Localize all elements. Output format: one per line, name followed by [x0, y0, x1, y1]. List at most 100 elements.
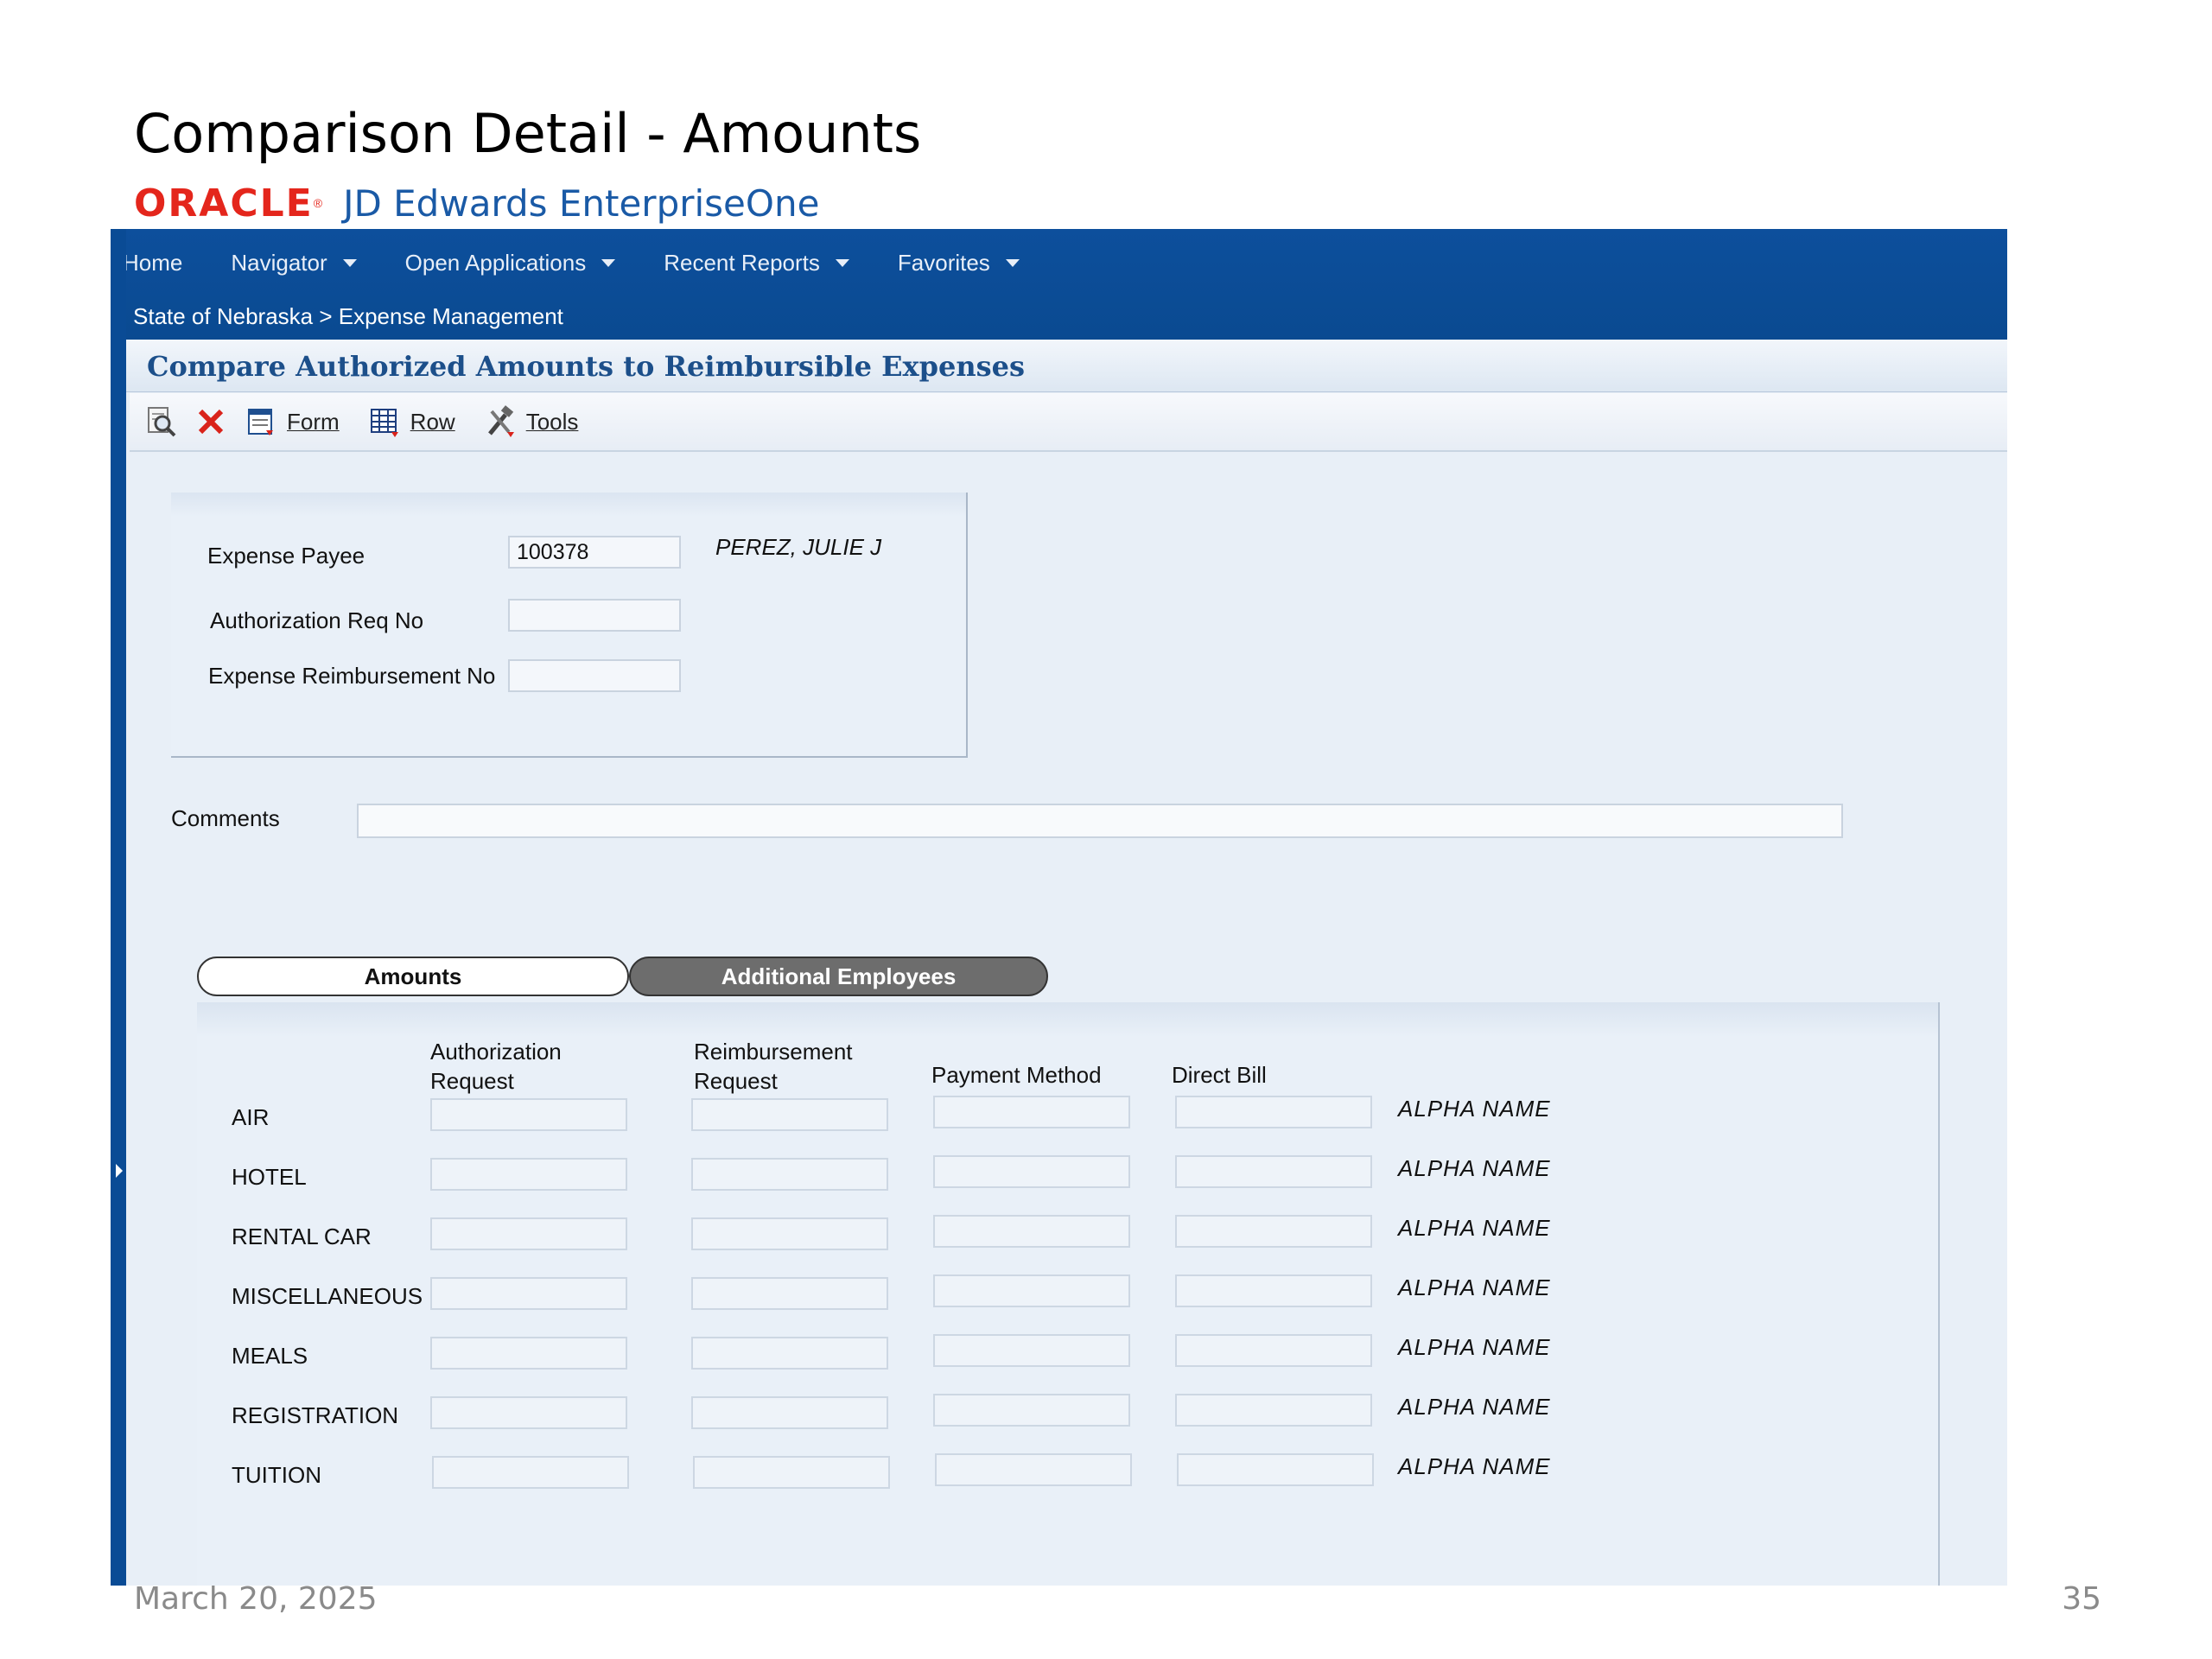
close-icon[interactable] — [192, 403, 230, 441]
cell-reimbursement-miscellaneous[interactable] — [691, 1277, 888, 1310]
find-icon[interactable] — [142, 403, 180, 441]
nav-favorites-label: Favorites — [897, 250, 990, 276]
collapse-handle[interactable] — [111, 1154, 126, 1188]
slide-title: Comparison Detail - Amounts — [134, 102, 922, 165]
row-label-tuition: TUITION — [232, 1462, 321, 1488]
nav-recent-reports[interactable]: Recent Reports — [664, 250, 849, 276]
cell-authorization-tuition[interactable] — [432, 1456, 629, 1489]
row-icon[interactable] — [365, 403, 404, 441]
cell-payment-method-tuition[interactable] — [935, 1453, 1132, 1486]
cell-direct-bill-rental-car[interactable] — [1175, 1215, 1372, 1248]
alpha-name-tuition: ALPHA NAME — [1398, 1453, 1551, 1479]
cell-payment-method-miscellaneous[interactable] — [933, 1274, 1130, 1307]
row-menu[interactable]: Row — [410, 409, 455, 435]
chevron-down-icon — [342, 259, 357, 267]
row-label-miscellaneous: MISCELLANEOUS — [232, 1283, 423, 1309]
cell-direct-bill-registration[interactable] — [1175, 1394, 1372, 1427]
top-navigation: Home Navigator Open Applications Recent … — [111, 229, 2007, 340]
nav-recent-reports-label: Recent Reports — [664, 250, 820, 276]
cell-authorization-meals[interactable] — [430, 1337, 627, 1370]
cell-payment-method-registration[interactable] — [933, 1394, 1130, 1427]
column-header-payment-method: Payment Method — [931, 1062, 1102, 1088]
row-label-rental-car: RENTAL CAR — [232, 1224, 372, 1249]
column-header-authorization: Authorization Request — [430, 1037, 562, 1096]
row-label-air: AIR — [232, 1104, 270, 1130]
form-title: Compare Authorized Amounts to Reimbursib… — [147, 350, 1025, 383]
nav-navigator[interactable]: Navigator — [231, 250, 357, 276]
expense-payee-label: Expense Payee — [207, 543, 365, 569]
nav-open-applications-label: Open Applications — [404, 250, 587, 276]
cell-reimbursement-rental-car[interactable] — [691, 1217, 888, 1250]
column-header-reimbursement-line1: Reimbursement — [694, 1039, 853, 1065]
cell-direct-bill-miscellaneous[interactable] — [1175, 1274, 1372, 1307]
cell-reimbursement-registration[interactable] — [691, 1396, 888, 1429]
cell-reimbursement-tuition[interactable] — [693, 1456, 890, 1489]
column-header-authorization-line1: Authorization — [430, 1039, 562, 1065]
column-header-reimbursement: Reimbursement Request — [694, 1037, 853, 1096]
cell-authorization-air[interactable] — [430, 1098, 627, 1131]
toolbar: Form Row Tools — [130, 393, 2007, 452]
cell-direct-bill-meals[interactable] — [1175, 1334, 1372, 1367]
row-label-meals: MEALS — [232, 1343, 308, 1369]
tools-icon[interactable] — [481, 403, 519, 441]
registered-mark: ® — [313, 196, 323, 210]
oracle-logo: ORACLE — [134, 181, 314, 226]
alpha-name-hotel: ALPHA NAME — [1398, 1155, 1551, 1181]
tools-menu[interactable]: Tools — [526, 409, 579, 435]
cell-reimbursement-meals[interactable] — [691, 1337, 888, 1370]
breadcrumb: State of Nebraska > Expense Management — [133, 303, 563, 329]
alpha-name-rental-car: ALPHA NAME — [1398, 1215, 1551, 1241]
cell-reimbursement-hotel[interactable] — [691, 1158, 888, 1191]
expense-payee-name: PEREZ, JULIE J — [715, 534, 882, 560]
comments-field[interactable] — [357, 804, 1843, 838]
left-frame-bar — [111, 229, 126, 1586]
alpha-name-miscellaneous: ALPHA NAME — [1398, 1274, 1551, 1300]
product-name: JD Edwards EnterpriseOne — [343, 181, 820, 225]
chevron-down-icon — [601, 259, 616, 267]
column-header-reimbursement-line2: Request — [694, 1068, 778, 1094]
expense-reimbursement-field[interactable] — [508, 659, 681, 692]
cell-payment-method-rental-car[interactable] — [933, 1215, 1130, 1248]
row-label-hotel: HOTEL — [232, 1164, 307, 1190]
alpha-name-air: ALPHA NAME — [1398, 1096, 1551, 1122]
tab-amounts[interactable]: Amounts — [197, 957, 629, 996]
brand-logo: ORACLE ® JD Edwards EnterpriseOne — [134, 177, 819, 229]
expense-reimbursement-label: Expense Reimbursement No — [208, 663, 496, 689]
cell-payment-method-hotel[interactable] — [933, 1155, 1130, 1188]
cell-payment-method-air[interactable] — [933, 1096, 1130, 1128]
form-title-bar: Compare Authorized Amounts to Reimbursib… — [126, 340, 2007, 392]
cell-authorization-rental-car[interactable] — [430, 1217, 627, 1250]
nav-home-label: Home — [123, 250, 183, 276]
page-number: 35 — [2062, 1581, 2101, 1617]
cell-direct-bill-hotel[interactable] — [1175, 1155, 1372, 1188]
column-header-direct-bill: Direct Bill — [1172, 1062, 1267, 1088]
column-header-authorization-line2: Request — [430, 1068, 514, 1094]
tab-additional-employees[interactable]: Additional Employees — [629, 957, 1048, 996]
expense-payee-field[interactable]: 100378 — [508, 536, 681, 569]
form-menu[interactable]: Form — [287, 409, 340, 435]
header-panel-top — [171, 493, 966, 517]
authorization-req-label: Authorization Req No — [210, 607, 424, 633]
cell-direct-bill-air[interactable] — [1175, 1096, 1372, 1128]
cell-authorization-miscellaneous[interactable] — [430, 1277, 627, 1310]
alpha-name-meals: ALPHA NAME — [1398, 1334, 1551, 1360]
cell-direct-bill-tuition[interactable] — [1177, 1453, 1374, 1486]
nav-navigator-label: Navigator — [231, 250, 327, 276]
nav-open-applications[interactable]: Open Applications — [405, 250, 616, 276]
comments-label: Comments — [171, 805, 280, 831]
grid-panel-top — [197, 1002, 1938, 1037]
nav-favorites[interactable]: Favorites — [898, 250, 1020, 276]
app-window: Home Navigator Open Applications Recent … — [111, 229, 2007, 1586]
chevron-down-icon — [835, 259, 849, 267]
alpha-name-registration: ALPHA NAME — [1398, 1394, 1551, 1420]
chevron-down-icon — [1005, 259, 1020, 267]
cell-authorization-hotel[interactable] — [430, 1158, 627, 1191]
row-label-registration: REGISTRATION — [232, 1402, 399, 1428]
form-icon[interactable] — [242, 403, 280, 441]
nav-home[interactable]: Home — [123, 250, 182, 276]
cell-reimbursement-air[interactable] — [691, 1098, 888, 1131]
authorization-req-field[interactable] — [508, 599, 681, 632]
cell-payment-method-meals[interactable] — [933, 1334, 1130, 1367]
footer-date: March 20, 2025 — [134, 1581, 378, 1617]
cell-authorization-registration[interactable] — [430, 1396, 627, 1429]
